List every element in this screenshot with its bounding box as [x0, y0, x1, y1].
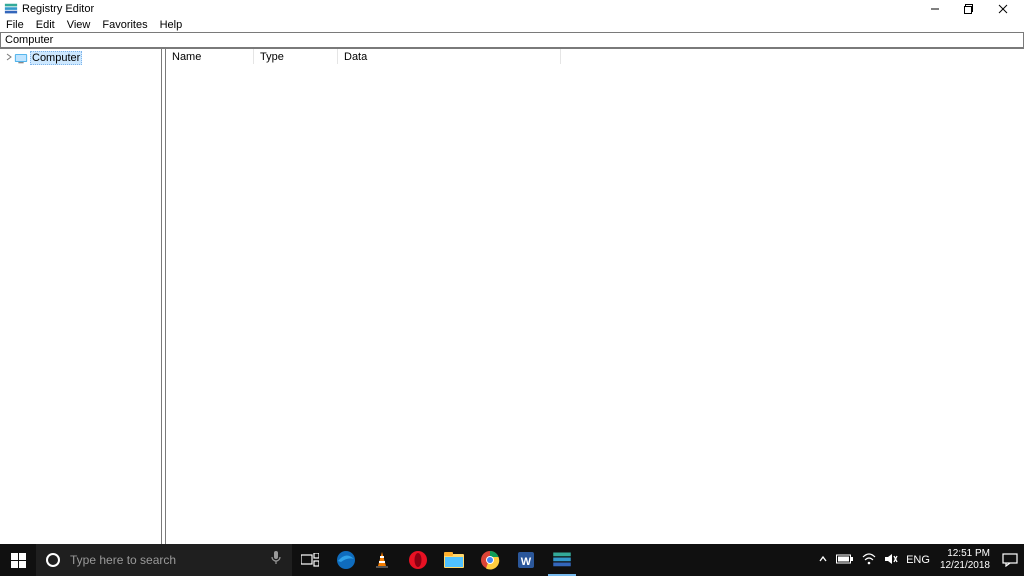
titlebar: Registry Editor [0, 0, 1024, 18]
main-content: Computer Name Type Data [0, 48, 1024, 544]
taskbar-app-vlc[interactable] [364, 544, 400, 576]
taskbar-app-opera[interactable] [400, 544, 436, 576]
taskbar-clock[interactable]: 12:51 PM 12/21/2018 [934, 544, 996, 576]
search-icon [46, 553, 60, 567]
column-header-data[interactable]: Data [338, 49, 561, 64]
language-indicator[interactable]: ENG [906, 554, 930, 566]
menu-view[interactable]: View [67, 19, 91, 31]
clock-date: 12/21/2018 [940, 560, 990, 572]
address-input[interactable] [1, 33, 1023, 47]
tree-pane[interactable]: Computer [0, 49, 162, 544]
tray-overflow-icon[interactable] [818, 554, 828, 567]
svg-text:W: W [521, 556, 532, 568]
taskbar-app-chrome[interactable] [472, 544, 508, 576]
search-placeholder: Type here to search [70, 553, 260, 567]
taskbar-app-explorer[interactable] [436, 544, 472, 576]
address-bar [0, 32, 1024, 48]
menu-help[interactable]: Help [160, 19, 183, 31]
taskbar-app-word[interactable]: W [508, 544, 544, 576]
expand-icon[interactable] [4, 53, 14, 63]
column-header-spacer [561, 49, 1024, 64]
taskbar-app-edge[interactable] [328, 544, 364, 576]
clock-time: 12:51 PM [940, 548, 990, 560]
menu-edit[interactable]: Edit [36, 19, 55, 31]
close-button[interactable] [986, 0, 1020, 18]
mic-icon[interactable] [270, 550, 282, 571]
list-pane[interactable]: Name Type Data [166, 49, 1024, 544]
menubar: File Edit View Favorites Help [0, 18, 1024, 32]
column-header-type[interactable]: Type [254, 49, 338, 64]
battery-icon[interactable] [836, 554, 854, 567]
minimize-button[interactable] [918, 0, 952, 18]
column-header-name[interactable]: Name [166, 49, 254, 64]
volume-icon[interactable] [884, 553, 898, 568]
computer-icon [14, 52, 30, 64]
tree-item-label: Computer [30, 51, 82, 65]
system-tray: ENG [814, 544, 934, 576]
action-center-button[interactable] [996, 544, 1024, 576]
menu-favorites[interactable]: Favorites [102, 19, 147, 31]
maximize-button[interactable] [952, 0, 986, 18]
wifi-icon[interactable] [862, 553, 876, 568]
task-view-button[interactable] [292, 544, 328, 576]
column-header-row: Name Type Data [166, 49, 1024, 64]
menu-file[interactable]: File [6, 19, 24, 31]
taskbar: Type here to search W [0, 544, 1024, 576]
window-title: Registry Editor [22, 3, 94, 15]
tree-item-computer[interactable]: Computer [0, 51, 161, 65]
regedit-icon [4, 2, 18, 16]
taskbar-search[interactable]: Type here to search [36, 544, 292, 576]
taskbar-app-regedit[interactable] [544, 544, 580, 576]
window-controls [918, 0, 1020, 18]
start-button[interactable] [0, 544, 36, 576]
